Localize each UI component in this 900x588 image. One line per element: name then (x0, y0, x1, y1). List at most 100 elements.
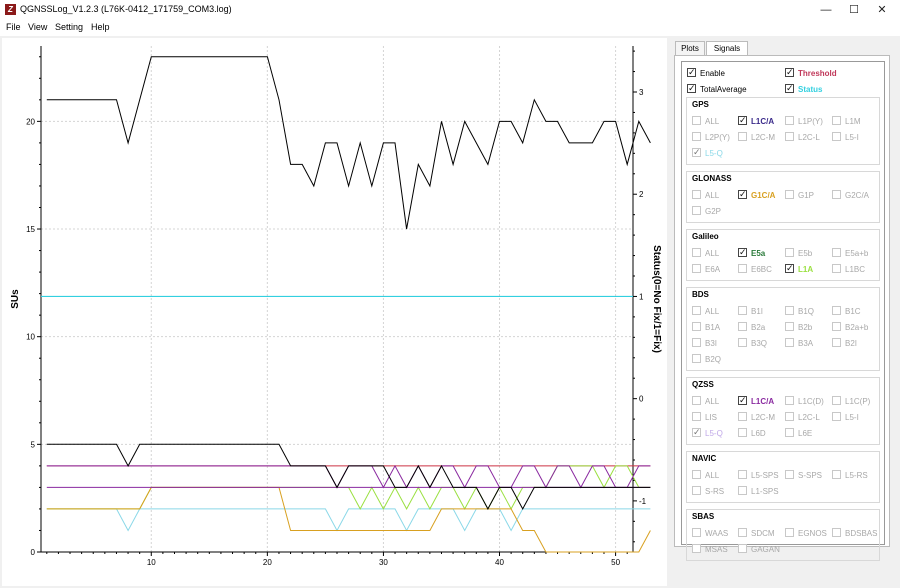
checkbox-label: B1Q (798, 307, 815, 316)
checkbox-icon (832, 132, 841, 141)
checkbox-label: S-SPS (798, 471, 823, 480)
checkbox-icon (785, 528, 794, 537)
title-bar: Z QGNSSLog_V1.2.3 (L76K-0412_171759_COM3… (0, 0, 900, 20)
option-status-checkbox[interactable]: Status (785, 83, 822, 96)
checkbox-icon[interactable] (785, 83, 794, 93)
menu-setting[interactable]: Setting (55, 22, 83, 32)
y-tick-label: 0 (31, 548, 36, 557)
sbas-msas-checkbox: MSAS (692, 544, 728, 556)
checkbox-label: B2a (751, 323, 766, 332)
checkbox-icon (785, 190, 794, 199)
qzss-l6d-checkbox: L6D (738, 428, 766, 440)
navic-l1-sps-checkbox: L1-SPS (738, 486, 779, 498)
option-enable-checkbox[interactable]: Enable (687, 67, 725, 80)
navic-s-rs-checkbox: S-RS (692, 486, 724, 498)
checkbox-icon[interactable] (785, 263, 794, 273)
bds-b2i-checkbox: B2I (832, 338, 857, 350)
sbas-bdsbas-checkbox: BDSBAS (832, 528, 877, 540)
checkbox-icon[interactable] (738, 395, 747, 405)
checkbox-label: L1C/A (751, 117, 775, 126)
bds-b1a-checkbox: B1A (692, 322, 720, 334)
checkbox-label: E5a (751, 249, 766, 258)
checkbox-label: L5-I (845, 413, 859, 422)
group-title: SBAS (692, 512, 715, 521)
galileo-e5a-checkbox[interactable]: E5a (738, 247, 766, 260)
y2-tick-label: 1 (639, 292, 644, 301)
group-title: GLONASS (692, 174, 732, 183)
y2-tick-label: 0 (639, 395, 644, 404)
checkbox-label: S-RS (705, 487, 725, 496)
bds-b1i-checkbox: B1I (738, 306, 763, 318)
galileo-l1bc-checkbox: L1BC (832, 264, 865, 276)
checkbox-icon[interactable] (738, 115, 747, 125)
option-totalaverage-checkbox[interactable]: TotalAverage (687, 83, 747, 96)
option-threshold-checkbox[interactable]: Threshold (785, 67, 837, 80)
tab-signals[interactable]: Signals (706, 41, 748, 56)
checkbox-label: L5-I (845, 133, 859, 142)
checkbox-label: B2a+b (845, 323, 869, 332)
signal-plot[interactable]: 10 20 30 40 50 0 5 10 15 20 -1 0 1 2 3 SUs Status(0=No F… (2, 38, 667, 586)
checkbox-icon (692, 354, 701, 363)
gps-l1c-a-checkbox[interactable]: L1C/A (738, 115, 775, 128)
series-line (46, 464, 651, 489)
checkbox-icon[interactable] (738, 189, 747, 199)
checkbox-icon (832, 306, 841, 315)
gps-l2c-l-checkbox: L2C-L (785, 132, 820, 144)
checkbox-label: L1M (845, 117, 861, 126)
close-button[interactable]: ✕ (866, 0, 898, 20)
navic-l5-sps-checkbox: L5-SPS (738, 470, 779, 482)
group-title: BDS (692, 290, 709, 299)
tab-plots[interactable]: Plots (675, 41, 705, 56)
checkbox-label: B2b (798, 323, 813, 332)
checkbox-icon (785, 132, 794, 141)
menu-help[interactable]: Help (91, 22, 110, 32)
checkbox-icon (692, 412, 701, 421)
checkbox-icon[interactable] (687, 67, 696, 77)
bds-b1q-checkbox: B1Q (785, 306, 814, 318)
gps-l1m-checkbox: L1M (832, 116, 861, 128)
checkbox-label: Enable (700, 69, 725, 78)
galileo-l1a-checkbox[interactable]: L1A (785, 263, 813, 276)
checkbox-icon (832, 470, 841, 479)
checkbox-label: SDCM (751, 529, 775, 538)
menu-view[interactable]: View (28, 22, 47, 32)
sbas-egnos-checkbox: EGNOS (785, 528, 827, 540)
glonass-g1c-a-checkbox[interactable]: G1C/A (738, 189, 775, 202)
checkbox-icon (785, 306, 794, 315)
checkbox-label: L2C-L (798, 133, 820, 142)
checkbox-icon (738, 306, 747, 315)
group-glonass: GLONASS ALL G1C/A G1P G2C/A G2P (686, 171, 880, 223)
glonass-g1p-checkbox: G1P (785, 190, 814, 202)
series-line (46, 443, 651, 510)
checkbox-icon (692, 528, 701, 537)
checkbox-label: L5-Q (705, 429, 723, 438)
qzss-l1c-a-checkbox[interactable]: L1C/A (738, 395, 774, 408)
checkbox-label: L2P(Y) (705, 133, 730, 142)
checkbox-label: ALL (705, 471, 720, 480)
checkbox-label: E6A (705, 265, 721, 274)
checkbox-icon[interactable] (738, 247, 747, 257)
x-tick-label: 40 (495, 558, 504, 567)
bds-b3a-checkbox: B3A (785, 338, 813, 350)
checkbox-label: L1P(Y) (798, 117, 823, 126)
snr-chart[interactable]: 10 20 30 40 50 0 5 10 15 20 -1 0 1 2 3 SUs Status(0=No F… (2, 38, 667, 586)
y2-tick-label: 3 (639, 88, 644, 97)
bds-b2a-b-checkbox: B2a+b (832, 322, 868, 334)
checkbox-icon (692, 264, 701, 273)
checkbox-icon (785, 428, 794, 437)
checkbox-label: B1I (751, 307, 764, 316)
checkbox-label: B1C (845, 307, 861, 316)
gps-l5-i-checkbox: L5-I (832, 132, 859, 144)
series-line (46, 56, 651, 230)
checkbox-icon[interactable] (785, 67, 794, 77)
menu-bar: File View Setting Help (0, 20, 900, 36)
menu-file[interactable]: File (6, 22, 21, 32)
gps-l2p-y--checkbox: L2P(Y) (692, 132, 730, 144)
checkbox-icon (832, 264, 841, 273)
qzss-l5-i-checkbox: L5-I (832, 412, 859, 424)
checkbox-label: LIS (705, 413, 718, 422)
checkbox-icon (692, 116, 701, 125)
checkbox-label: ALL (705, 397, 720, 406)
checkbox-icon[interactable] (687, 83, 696, 93)
checkbox-icon (738, 264, 747, 273)
